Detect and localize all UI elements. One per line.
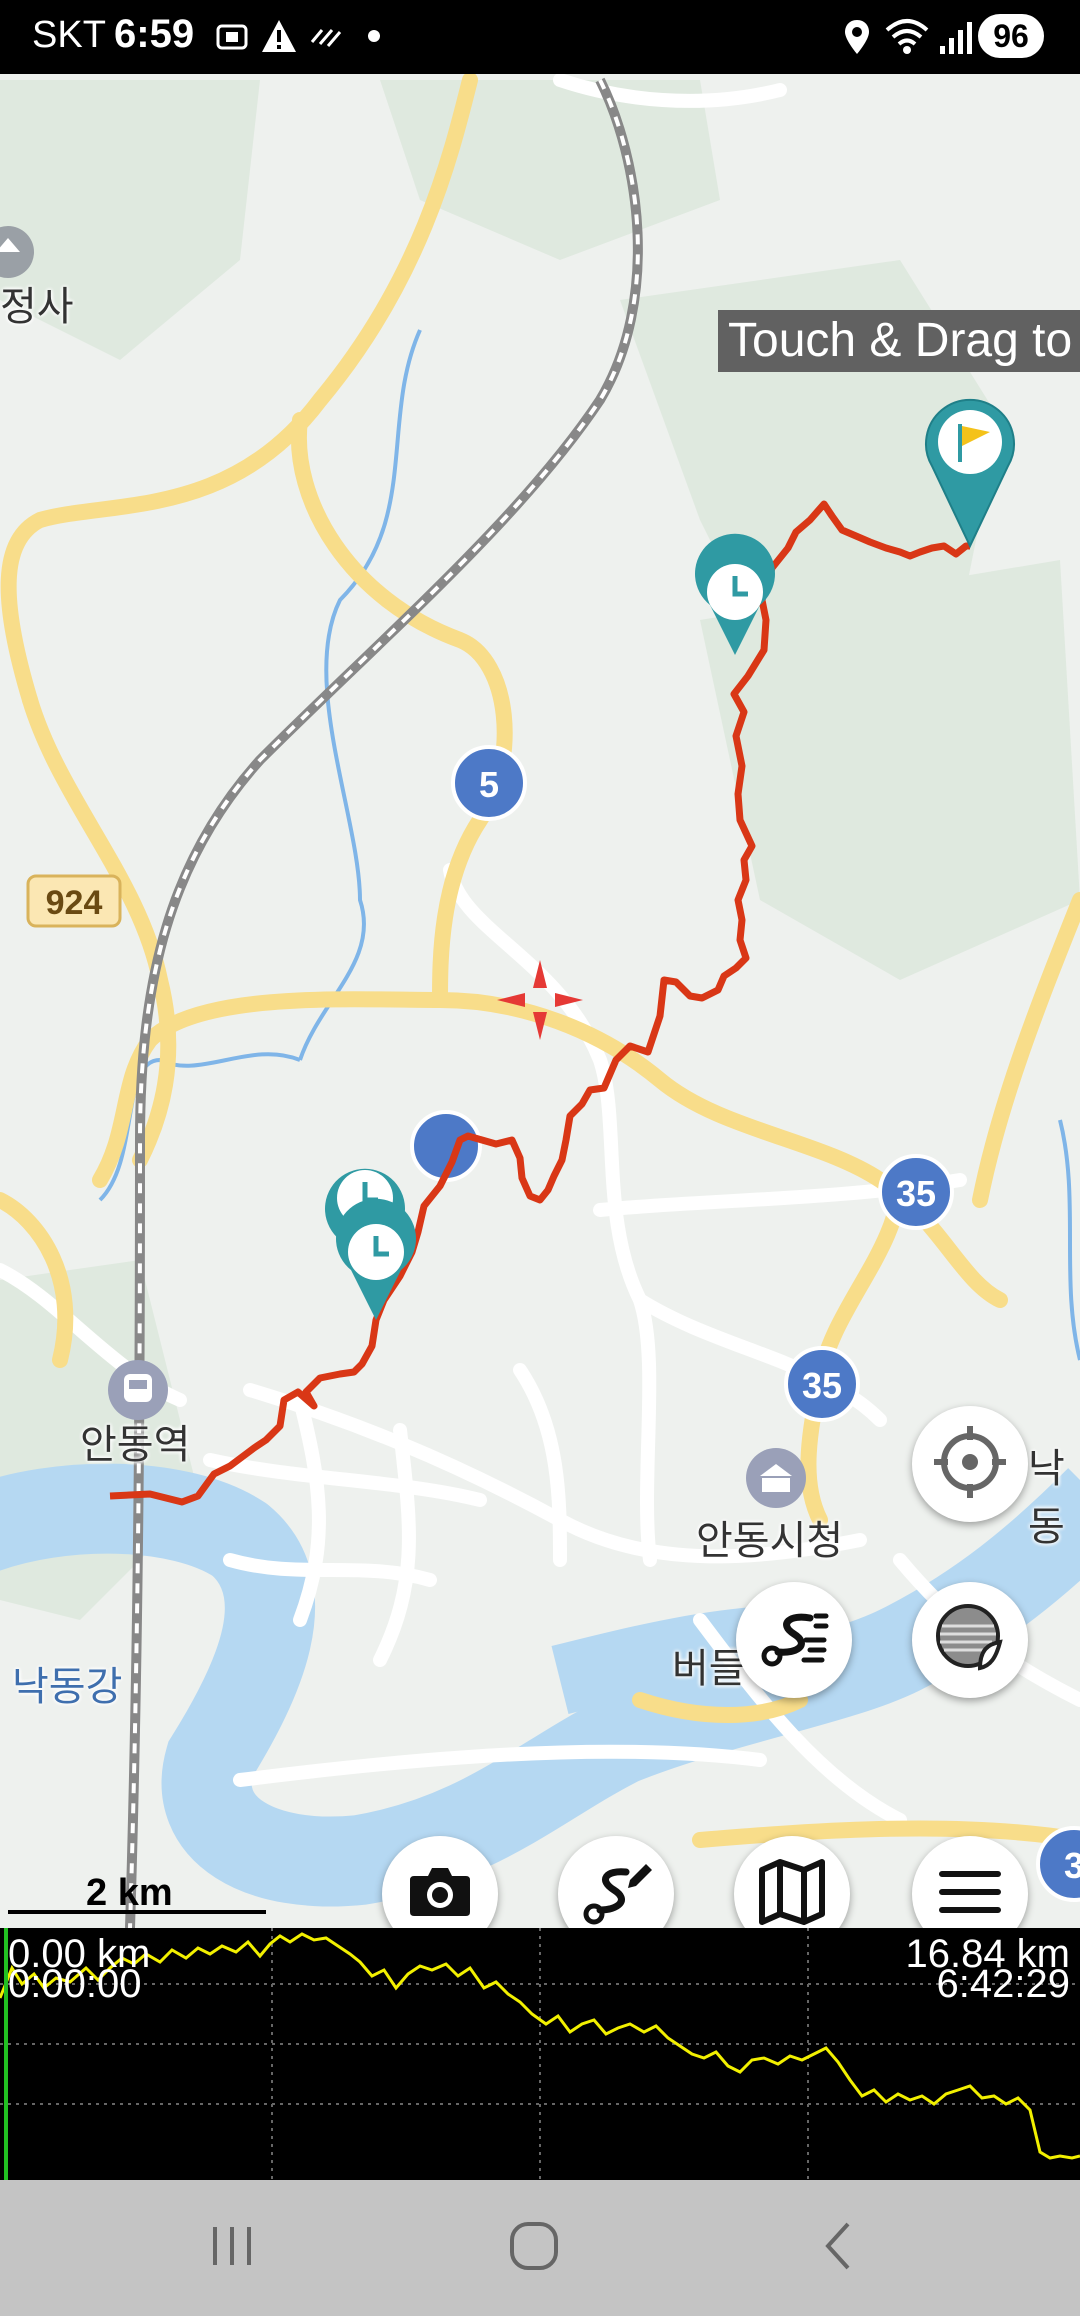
dot-icon (364, 26, 384, 51)
place-label-temple: 정사 (0, 285, 74, 329)
crosshair-icon (930, 1422, 1010, 1507)
route-shield-924-label: 924 (46, 884, 103, 922)
screenshot-icon (214, 18, 250, 59)
route-shield-5-label: 5 (479, 764, 499, 805)
place-label-city-hall: 안동시청 (696, 1519, 844, 1563)
recent-apps-button[interactable] (192, 2218, 272, 2278)
recenter-button[interactable] (912, 1406, 1028, 1522)
place-label-river: 낙동강 (12, 1665, 123, 1709)
map-icon (752, 1852, 832, 1929)
start-time: 0:00:00 (8, 1962, 142, 2006)
place-label-area-right: 낙동 (1028, 1447, 1065, 1549)
signal-icon (938, 18, 974, 61)
track-list-icon (754, 1598, 834, 1683)
city-hall-icon (746, 1448, 806, 1508)
warning-icon (260, 18, 298, 59)
track-list-button[interactable] (736, 1582, 852, 1698)
route-shield-3-label: 3 (1064, 1845, 1080, 1886)
location-icon (842, 18, 872, 61)
map-view[interactable]: 5 924 35 35 3 정사 안동역 안동시청 낙동강 낙동 버들 Touc… (0, 74, 1080, 1928)
home-icon (508, 2220, 560, 2277)
back-button[interactable] (798, 2218, 878, 2278)
wifi-icon (884, 18, 930, 61)
scale-label: 2 km (86, 1872, 173, 1914)
route-shield-35b-label: 35 (802, 1365, 842, 1406)
scale-line (8, 1910, 266, 1914)
carrier-label: SKT (32, 14, 106, 56)
elevation-profile[interactable]: 0.00 km 0:00:00 16.84 km 6:42:29 (0, 1928, 1080, 2180)
river (0, 1463, 1080, 1907)
system-nav-bar (0, 2180, 1080, 2316)
layers-button[interactable] (912, 1582, 1028, 1698)
back-icon (818, 2220, 858, 2277)
drag-hint-tooltip: Touch & Drag to (718, 310, 1080, 372)
battery-indicator: 96 (978, 14, 1044, 58)
clock: 6:59 (114, 12, 195, 56)
scale-bar: 2 km (8, 1872, 266, 1916)
end-time: 6:42:29 (936, 1962, 1070, 2006)
camera-icon (400, 1852, 480, 1929)
data-icon (308, 18, 344, 59)
layers-icon (930, 1598, 1010, 1683)
train-station-icon (108, 1360, 168, 1420)
status-bar: SKT 6:59 96 (0, 0, 1080, 74)
recent-apps-icon (207, 2223, 257, 2274)
home-button[interactable] (494, 2218, 574, 2278)
place-label-station: 안동역 (80, 1423, 191, 1467)
route-shield-35a-label: 35 (896, 1173, 936, 1214)
timer-marker-3 (336, 1198, 417, 1320)
route-edit-icon (576, 1852, 656, 1929)
place-label-area-bottom: 버들 (672, 1647, 746, 1691)
hamburger-menu-icon (930, 1852, 1010, 1929)
